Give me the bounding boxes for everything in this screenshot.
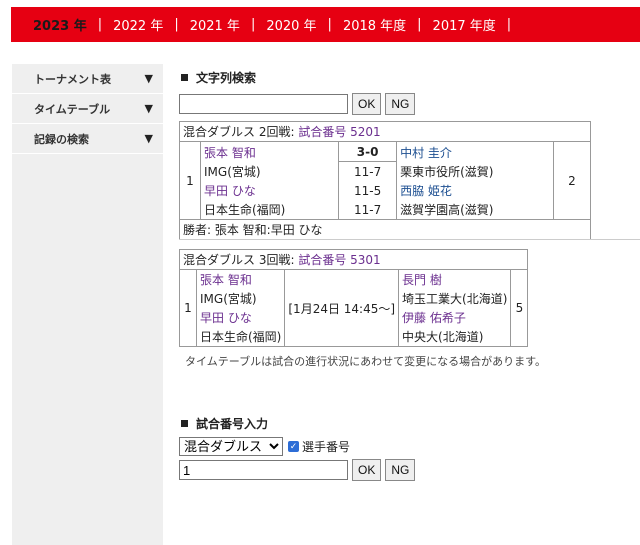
search-input[interactable]	[179, 94, 348, 114]
match-winner: 勝者: 張本 智和:早田 ひな	[179, 219, 591, 240]
left-team: 張本 智和 IMG(宮城) 早田 ひな 日本生命(福岡)	[199, 141, 340, 220]
player-link[interactable]: 西脇 姫花	[397, 181, 496, 200]
year-separator: |	[327, 17, 332, 32]
sidebar: トーナメント表 ▼ タイムテーブル ▼ 記録の検索 ▼	[12, 64, 163, 545]
match-number-link[interactable]: 試合番号 5201	[298, 125, 380, 139]
score-column: 3-0 11-7 11-5 11-7	[338, 141, 398, 220]
sidebar-item-label: 記録の検索	[34, 132, 89, 146]
right-seed: 2	[553, 141, 591, 220]
timetable-note: タイムテーブルは試合の進行状況にあわせて変更になる場合があります。	[185, 355, 547, 368]
match-round: 混合ダブルス 2回戦:	[183, 125, 295, 139]
sidebar-item-tournament[interactable]: トーナメント表 ▼	[12, 64, 163, 94]
match-schedule: [1月24日 14:45～]	[284, 269, 400, 347]
section-title: 文字列検索	[196, 70, 257, 85]
sidebar-item-timetable[interactable]: タイムテーブル ▼	[12, 94, 163, 124]
checkmark-icon: ✓	[288, 441, 299, 452]
checkbox-label: 選手番号	[302, 440, 351, 454]
square-bullet-icon	[181, 73, 188, 81]
year-tab-2023[interactable]: 2023 年	[33, 15, 87, 34]
year-tab-2021[interactable]: 2021 年	[190, 15, 240, 34]
player-affiliation: 栗東市役所(滋賀)	[400, 164, 494, 179]
right-seed: 5	[510, 269, 529, 347]
number-row: OK NG	[179, 459, 640, 481]
search-row: OK NG	[179, 93, 640, 115]
number-ng-button[interactable]: NG	[385, 459, 416, 481]
sidebar-item-label: タイムテーブル	[34, 102, 111, 116]
section-text-search: 文字列検索	[179, 67, 640, 87]
player-link[interactable]: 早田 ひな	[201, 181, 288, 200]
chevron-down-icon: ▼	[144, 102, 153, 115]
year-separator: |	[97, 17, 103, 32]
divider	[179, 239, 640, 240]
year-tab-2020[interactable]: 2020 年	[266, 15, 316, 34]
player-affiliation: IMG(宮城)	[200, 292, 257, 306]
section-number-input: 試合番号入力	[179, 413, 640, 433]
square-bullet-icon	[181, 419, 188, 427]
event-select[interactable]: 混合ダブルス	[179, 437, 283, 456]
player-link[interactable]: 伊藤 佑希子	[399, 308, 510, 327]
player-link[interactable]: 中村 圭介	[397, 143, 496, 162]
match-round: 混合ダブルス 3回戦:	[183, 253, 295, 267]
player-affiliation: 中央大(北海道)	[402, 330, 484, 344]
filter-row: 混合ダブルス ✓ 選手番号	[179, 437, 640, 456]
player-affiliation: IMG(宮城)	[204, 164, 261, 179]
match-card-5201: 混合ダブルス 2回戦: 試合番号 5201 1 張本 智和 IMG(宮城) 早田…	[179, 121, 591, 240]
right-team: 長門 樹 埼玉工業大(北海道) 伊藤 佑希子 中央大(北海道)	[398, 269, 512, 347]
player-affiliation: 滋賀学園高(滋賀)	[400, 202, 494, 217]
chevron-down-icon: ▼	[144, 132, 153, 145]
number-ok-button[interactable]: OK	[352, 459, 382, 481]
player-link[interactable]: 早田 ひな	[197, 308, 284, 327]
right-team: 中村 圭介 栗東市役所(滋賀) 西脇 姫花 滋賀学園高(滋賀)	[396, 141, 554, 220]
player-number-checkbox[interactable]: ✓ 選手番号	[288, 438, 350, 455]
year-separator: |	[506, 17, 512, 32]
match-header: 混合ダブルス 2回戦: 試合番号 5201	[179, 121, 591, 142]
match-score: 3-0	[339, 142, 397, 162]
year-tab-2022[interactable]: 2022 年	[113, 15, 163, 34]
main-content: 文字列検索 OK NG 混合ダブルス 2回戦: 試合番号 5201 1 張本 智…	[178, 64, 640, 481]
left-seed: 1	[179, 269, 197, 347]
game-score: 11-7	[353, 202, 382, 217]
player-affiliation: 埼玉工業大(北海道)	[402, 292, 508, 306]
search-ng-button[interactable]: NG	[385, 93, 416, 115]
player-link[interactable]: 張本 智和	[197, 270, 284, 289]
player-affiliation: 日本生命(福岡)	[204, 202, 286, 217]
game-score: 11-5	[353, 183, 382, 198]
sidebar-item-records[interactable]: 記録の検索 ▼	[12, 124, 163, 154]
year-separator: |	[417, 17, 422, 32]
year-tab-2018[interactable]: 2018 年度	[343, 15, 406, 34]
year-separator: |	[174, 17, 179, 32]
section-title: 試合番号入力	[196, 416, 269, 431]
year-tab-2017[interactable]: 2017 年度	[433, 15, 496, 34]
player-affiliation: 日本生命(福岡)	[200, 330, 282, 344]
left-seed: 1	[179, 141, 201, 220]
year-separator: |	[250, 17, 256, 32]
match-header: 混合ダブルス 3回戦: 試合番号 5301	[178, 249, 529, 270]
chevron-down-icon: ▼	[144, 72, 153, 85]
search-ok-button[interactable]: OK	[352, 93, 382, 115]
year-nav-bar: 2023 年 | 2022 年 | 2021 年 | 2020 年 | 2018…	[11, 7, 640, 42]
game-score: 11-7	[353, 164, 382, 179]
sidebar-item-label: トーナメント表	[34, 72, 111, 86]
match-number-input[interactable]	[179, 460, 348, 480]
left-team: 張本 智和 IMG(宮城) 早田 ひな 日本生命(福岡)	[195, 269, 286, 347]
match-card-5301: 混合ダブルス 3回戦: 試合番号 5301 1 張本 智和 IMG(宮城) 早田…	[178, 249, 529, 347]
player-link[interactable]: 張本 智和	[201, 143, 288, 162]
match-number-link[interactable]: 試合番号 5301	[298, 253, 380, 267]
player-link[interactable]: 長門 樹	[399, 270, 510, 289]
